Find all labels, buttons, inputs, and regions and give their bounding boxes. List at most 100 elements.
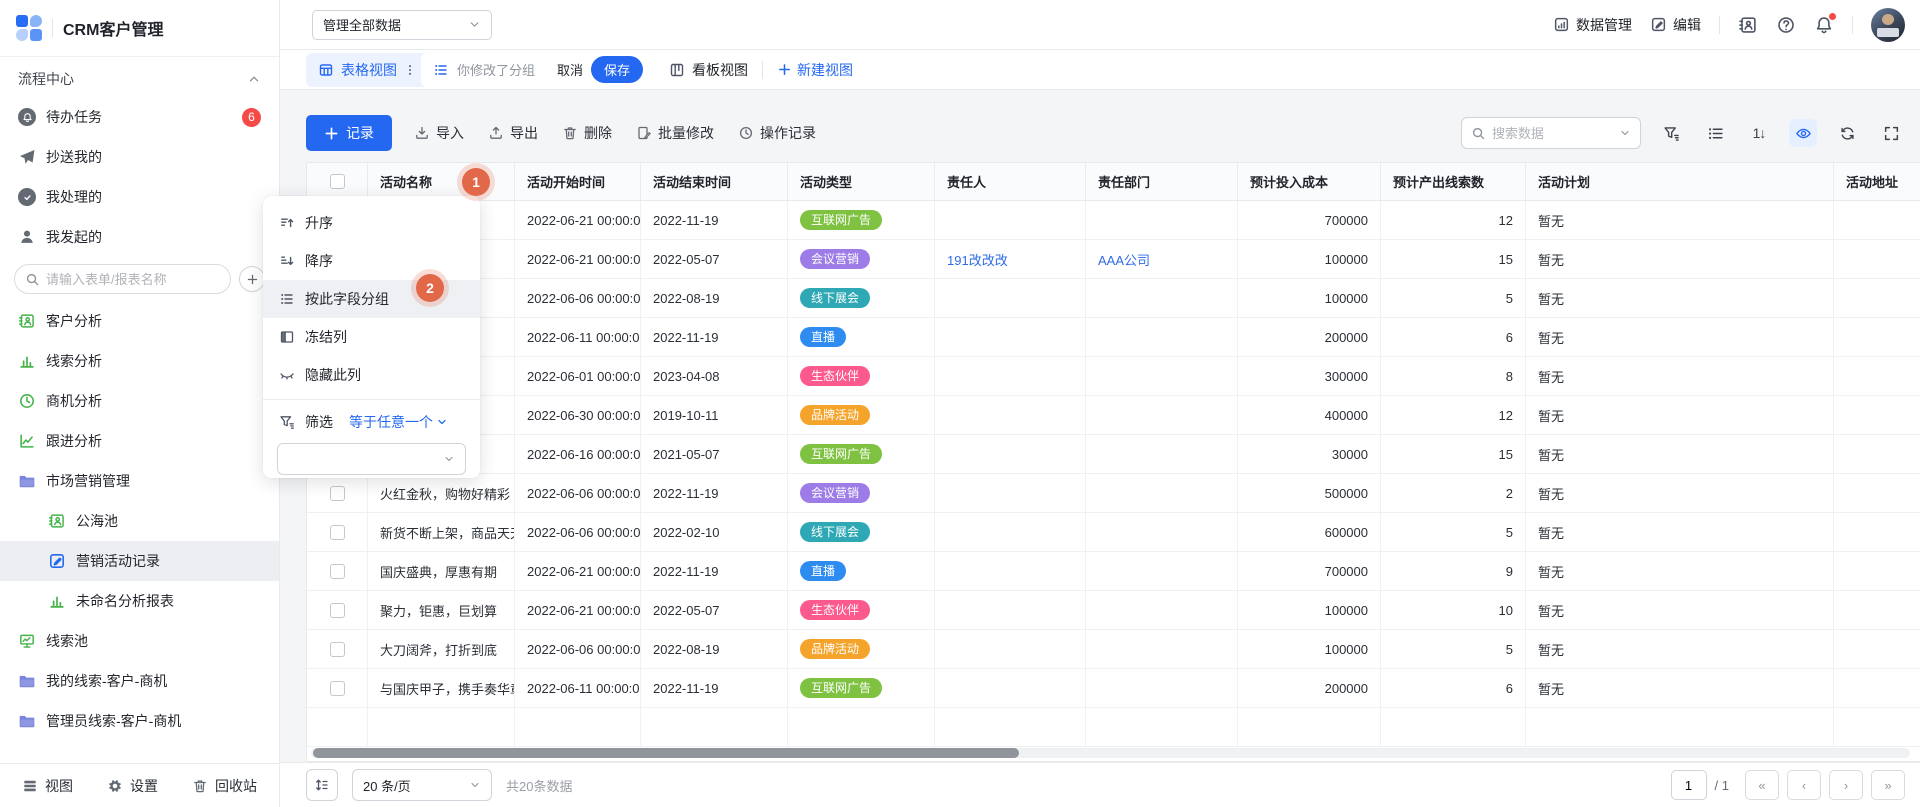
- table-row[interactable]: 新货不断上架，商品天天2022-06-06 00:00:002022-02-10…: [307, 513, 1920, 552]
- freeze-icon: [279, 329, 295, 345]
- table-row[interactable]: [307, 708, 1920, 747]
- sort-button[interactable]: 1↓: [1745, 119, 1773, 147]
- column-header-plan[interactable]: 活动计划: [1526, 163, 1834, 201]
- sidebar-item-send[interactable]: 抄送我的: [0, 137, 279, 177]
- tab-table-view[interactable]: 表格视图: [306, 60, 403, 80]
- row-checkbox[interactable]: [330, 525, 345, 540]
- chevron-down-icon: [468, 18, 481, 31]
- column-header-start[interactable]: 活动开始时间: [515, 163, 641, 201]
- context-menu-item[interactable]: 升序: [263, 204, 480, 242]
- table-search-input[interactable]: [1461, 117, 1641, 149]
- column-header-cost[interactable]: 预计投入成本: [1238, 163, 1381, 201]
- filter-operator-select[interactable]: 等于任意一个: [349, 412, 448, 432]
- table-row[interactable]: 2022-06-06 00:00:002022-08-19线下展会1000005…: [307, 279, 1920, 318]
- row-checkbox[interactable]: [330, 564, 345, 579]
- row-checkbox[interactable]: [330, 642, 345, 657]
- help-icon[interactable]: [1776, 15, 1796, 35]
- table-row[interactable]: 2022-06-11 00:00:002022-11-19直播2000006暂无: [307, 318, 1920, 357]
- column-header-end[interactable]: 活动结束时间: [641, 163, 788, 201]
- sidebar-item-user[interactable]: 我发起的: [0, 217, 279, 257]
- sidebar-item-跟进分析[interactable]: 跟进分析: [0, 421, 279, 461]
- form-search-field[interactable]: [46, 272, 220, 287]
- sidebar-item-线索分析[interactable]: 线索分析: [0, 341, 279, 381]
- table-row[interactable]: 2022-06-01 00:00:002023-04-08生态伙伴3000008…: [307, 357, 1920, 396]
- scrollbar-thumb[interactable]: [313, 748, 1019, 758]
- edit-button[interactable]: 编辑: [1650, 15, 1701, 35]
- column-header-addr[interactable]: 活动地址: [1834, 163, 1920, 201]
- row-checkbox[interactable]: [330, 681, 345, 696]
- record-link[interactable]: AAA公司: [1098, 250, 1150, 269]
- save-button[interactable]: 保存: [591, 56, 643, 83]
- more-options-icon[interactable]: [403, 62, 417, 78]
- next-page-button[interactable]: ›: [1829, 770, 1863, 800]
- table-row[interactable]: 2022-06-21 00:00:002022-11-19互联网广告700000…: [307, 201, 1920, 240]
- filter-value-select[interactable]: [277, 443, 466, 475]
- column-header-leads[interactable]: 预计产出线索数: [1381, 163, 1526, 201]
- sidebar-item-公海池[interactable]: 公海池: [0, 501, 279, 541]
- add-form-button[interactable]: [239, 266, 265, 292]
- context-menu-item[interactable]: 冻结列: [263, 318, 480, 356]
- row-checkbox[interactable]: [330, 603, 345, 618]
- toolbar-history-button[interactable]: 操作记录: [738, 123, 816, 143]
- column-header-type[interactable]: 活动类型: [788, 163, 935, 201]
- contact-book-icon[interactable]: [1738, 15, 1758, 35]
- row-checkbox[interactable]: [330, 486, 345, 501]
- new-view-button[interactable]: 新建视图: [777, 60, 853, 80]
- add-record-button[interactable]: 记录: [306, 115, 392, 151]
- data-scope-select[interactable]: 管理全部数据: [312, 10, 492, 40]
- table-row[interactable]: 与国庆甲子，携手奏华章2022-06-11 00:00:002022-11-19…: [307, 669, 1920, 708]
- horizontal-scrollbar[interactable]: [311, 748, 1910, 758]
- column-header-owner[interactable]: 责任人: [935, 163, 1086, 201]
- sidebar-item-营销活动记录[interactable]: 营销活动记录: [0, 541, 279, 581]
- table-row[interactable]: 2022-06-16 00:00:002021-05-07互联网广告300001…: [307, 435, 1920, 474]
- sidebar-item-check-circle[interactable]: 我处理的: [0, 177, 279, 217]
- bell-icon[interactable]: [1814, 15, 1834, 35]
- fullscreen-button[interactable]: [1877, 119, 1905, 147]
- cancel-button[interactable]: 取消: [557, 60, 583, 79]
- sidebar-item-商机分析[interactable]: 商机分析: [0, 381, 279, 421]
- table-row[interactable]: 聚力，钜惠，巨划算2022-06-21 00:00:002022-05-07生态…: [307, 591, 1920, 630]
- sidebar-item-客户分析[interactable]: 客户分析: [0, 301, 279, 341]
- table-row[interactable]: 2022-06-30 00:00:002019-10-11品牌活动4000001…: [307, 396, 1920, 435]
- context-menu-item[interactable]: 按此字段分组: [263, 280, 480, 318]
- toolbar-download-button[interactable]: 导入: [414, 123, 464, 143]
- table-row[interactable]: 大刀阔斧，打折到底2022-06-06 00:00:002022-08-19品牌…: [307, 630, 1920, 669]
- plus-icon: [324, 126, 339, 141]
- form-search-input[interactable]: [14, 264, 231, 294]
- sidebar-item-市场营销管理[interactable]: 市场营销管理: [0, 461, 279, 501]
- sidebar-footer-gear[interactable]: 设置: [107, 776, 158, 796]
- context-menu-item[interactable]: 降序: [263, 242, 480, 280]
- table-row[interactable]: 火红金秋，购物好精彩2022-06-06 00:00:002022-11-19会…: [307, 474, 1920, 513]
- data-manage-button[interactable]: 数据管理: [1553, 15, 1632, 35]
- sidebar-item-线索池[interactable]: 线索池: [0, 621, 279, 661]
- toolbar-trash-button[interactable]: 删除: [562, 123, 612, 143]
- last-page-button[interactable]: »: [1871, 770, 1905, 800]
- sidebar-item-未命名分析报表[interactable]: 未命名分析报表: [0, 581, 279, 621]
- table-row[interactable]: 国庆盛典，厚惠有期2022-06-21 00:00:002022-11-19直播…: [307, 552, 1920, 591]
- context-menu-item[interactable]: 隐藏此列: [263, 356, 480, 394]
- filter-button[interactable]: [1657, 119, 1685, 147]
- column-header-dept[interactable]: 责任部门: [1086, 163, 1238, 201]
- table-row[interactable]: 2022-06-21 00:00:002022-05-07会议营销191改改改A…: [307, 240, 1920, 279]
- field-config-button[interactable]: [1701, 119, 1729, 147]
- sidebar-footer-trash[interactable]: 回收站: [192, 776, 257, 796]
- page-size-select[interactable]: 20 条/页: [352, 769, 492, 801]
- tab-kanban-view[interactable]: 看板视图: [669, 60, 748, 80]
- user-avatar[interactable]: [1871, 8, 1905, 42]
- visibility-button[interactable]: [1789, 119, 1817, 147]
- toolbar-batch-button[interactable]: 批量修改: [636, 123, 714, 143]
- toolbar-upload-button[interactable]: 导出: [488, 123, 538, 143]
- sidebar-item-bell[interactable]: 待办任务 6: [0, 97, 279, 137]
- sidebar-item-管理员线索-客户-商机[interactable]: 管理员线索-客户-商机: [0, 701, 279, 741]
- sidebar-section-process[interactable]: 流程中心: [0, 61, 279, 97]
- table-search-field[interactable]: [1492, 126, 1613, 141]
- row-height-button[interactable]: [306, 769, 338, 801]
- page-number-input[interactable]: [1671, 770, 1707, 800]
- select-all-checkbox[interactable]: [330, 174, 345, 189]
- sidebar-footer-rows[interactable]: 视图: [22, 776, 73, 796]
- sidebar-item-我的线索-客户-商机[interactable]: 我的线索-客户-商机: [0, 661, 279, 701]
- prev-page-button[interactable]: ‹: [1787, 770, 1821, 800]
- refresh-button[interactable]: [1833, 119, 1861, 147]
- record-link[interactable]: 191改改改: [947, 250, 1008, 269]
- first-page-button[interactable]: «: [1745, 770, 1779, 800]
